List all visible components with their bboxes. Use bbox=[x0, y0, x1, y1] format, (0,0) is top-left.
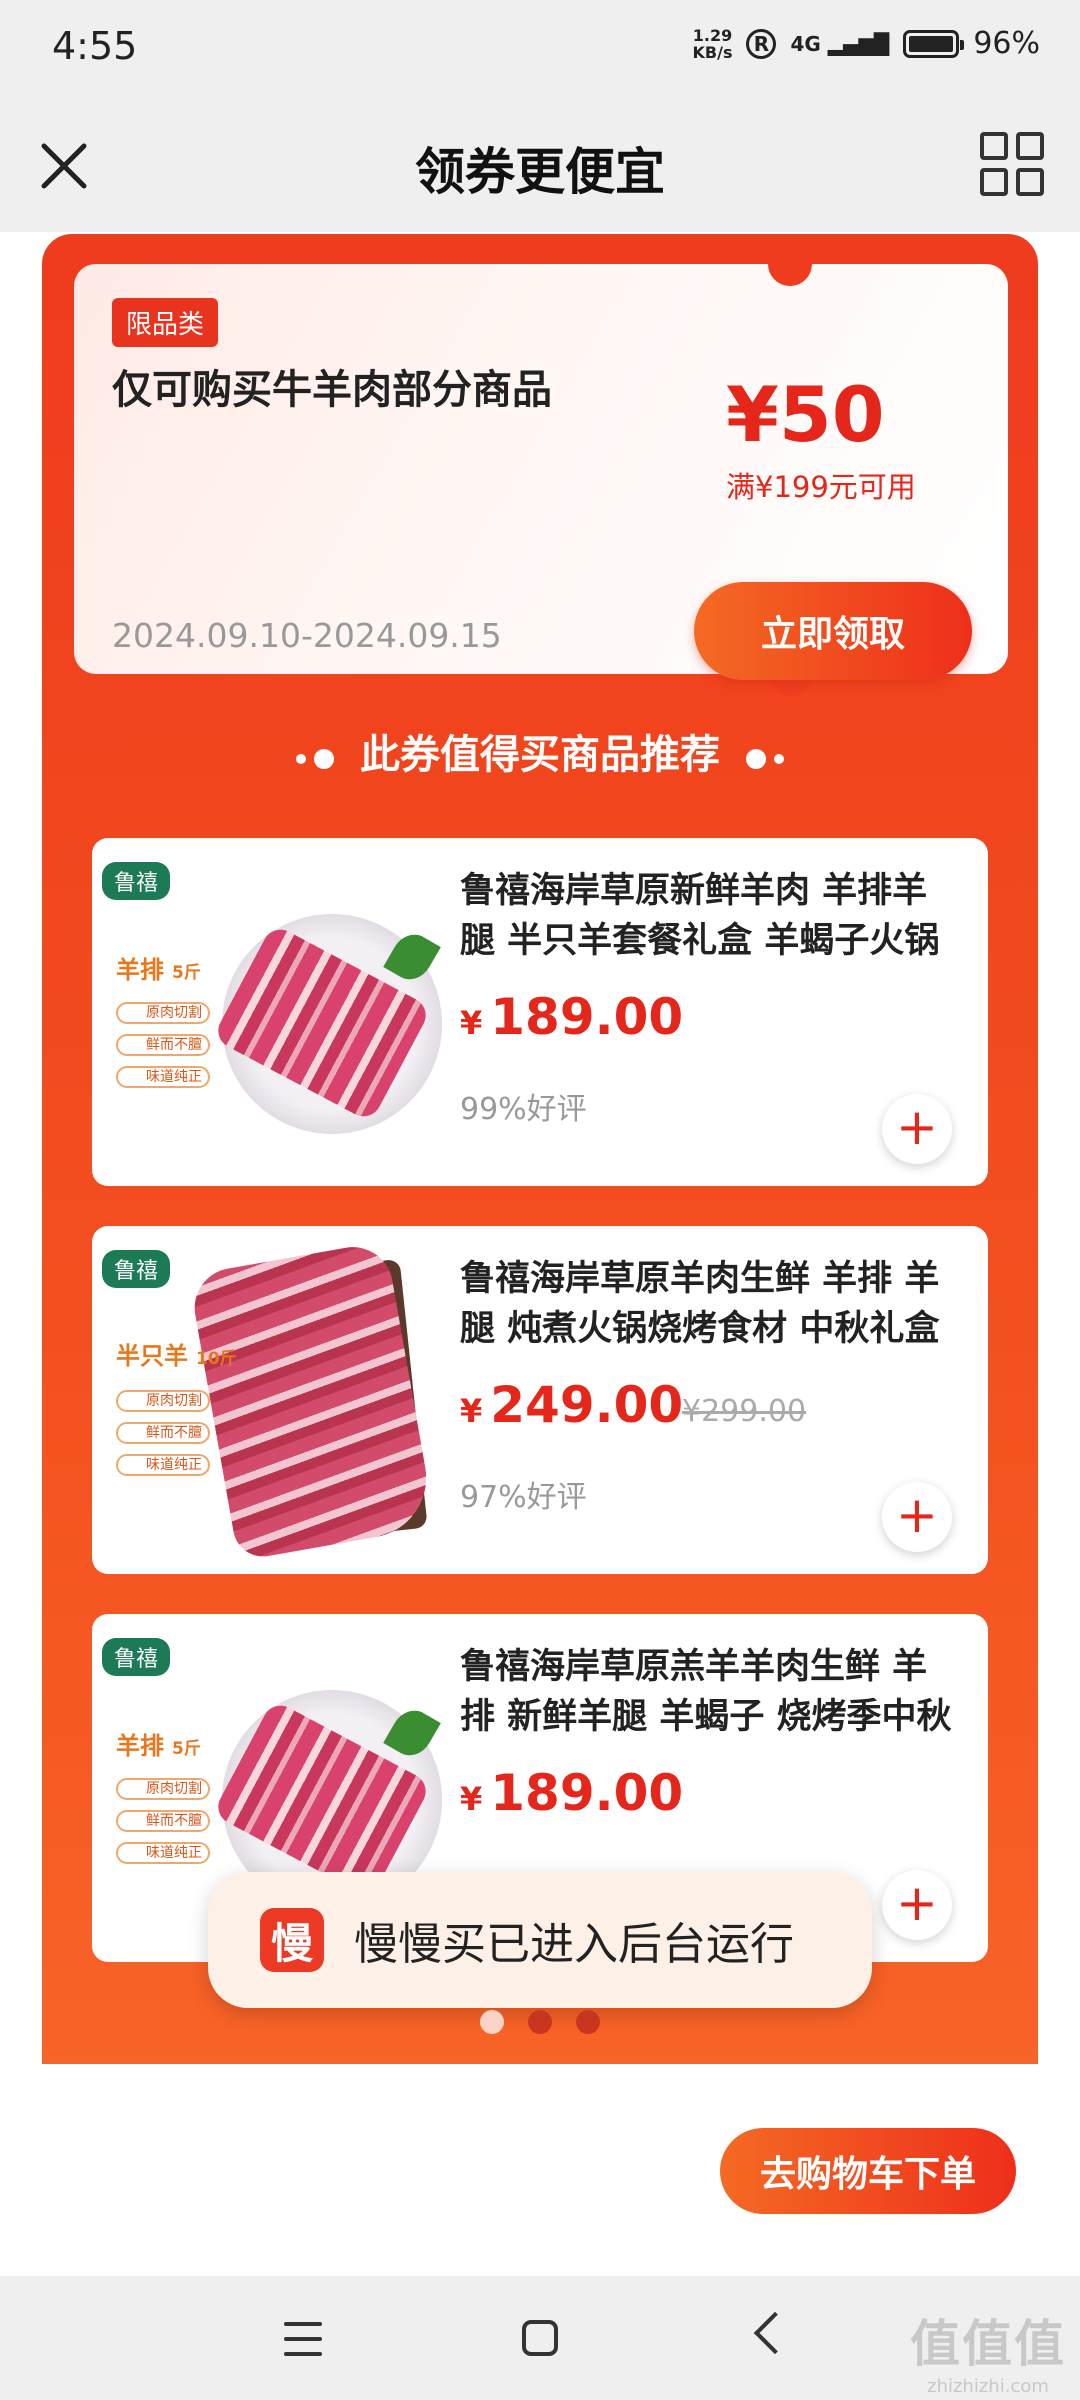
watermark: 值值值 zhizhizhi.com bbox=[910, 2315, 1066, 2397]
brand-badge: 鲁禧 bbox=[102, 1638, 171, 1676]
brand-badge: 鲁禧 bbox=[102, 1250, 171, 1288]
app-icon: 慢 bbox=[260, 1908, 324, 1972]
registered-icon: R bbox=[746, 28, 777, 59]
product-price: ¥249.00 bbox=[460, 1376, 684, 1434]
background-running-toast: 慢 慢慢买已进入后台运行 bbox=[208, 1872, 872, 2008]
grid-menu-icon[interactable] bbox=[980, 132, 1044, 196]
add-to-cart-button[interactable]: + bbox=[882, 1094, 952, 1164]
menu-icon[interactable] bbox=[284, 2322, 322, 2356]
status-icons: 1.29 KB/s R 4G ▂▄▆█ 96% bbox=[693, 26, 1041, 61]
battery-icon bbox=[903, 29, 965, 58]
battery-percent: 96% bbox=[973, 26, 1040, 61]
claim-coupon-button[interactable]: 立即领取 bbox=[694, 582, 972, 680]
product-name: 鲁禧海岸草原新鲜羊肉 羊排羊腿 半只羊套餐礼盒 羊蝎子火锅 bbox=[460, 871, 940, 961]
signal-icon: 4G ▂▄▆█ bbox=[790, 31, 890, 56]
status-bar: 4:55 1.29 KB/s R 4G ▂▄▆█ 96% bbox=[0, 0, 1080, 100]
coupon-amount: ¥50 bbox=[726, 370, 885, 459]
coupon-condition: 满¥199元可用 bbox=[726, 470, 916, 504]
coupon-validity: 2024.09.10-2024.09.15 bbox=[112, 616, 502, 655]
product-rating: 97%好评 bbox=[460, 1480, 587, 1515]
page-dot[interactable] bbox=[528, 2010, 552, 2034]
add-to-cart-button[interactable]: + bbox=[882, 1870, 952, 1940]
product-card[interactable]: 鲁禧 半只羊 10斤 原肉切割 鲜而不膻 味道纯正 鲁禧海岸草原羊肉生鲜 羊排 羊… bbox=[92, 1226, 988, 1574]
home-icon[interactable] bbox=[522, 2320, 558, 2356]
coupon-category-tag: 限品类 bbox=[112, 298, 219, 347]
coupon-panel: 限品类 仅可购买牛羊肉部分商品 ¥50 满¥199元可用 2024.09.10-… bbox=[42, 234, 1038, 2064]
page-title: 领券更便宜 bbox=[415, 143, 665, 201]
product-card[interactable]: 鲁禧 羊排 5斤 原肉切割 鲜而不膻 味道纯正 鲁禧海岸草原新鲜羊肉 羊排羊腿 半… bbox=[92, 838, 988, 1186]
recommend-title: 此券值得买商品推荐 bbox=[42, 722, 1038, 780]
status-time: 4:55 bbox=[52, 24, 138, 68]
coupon-card: 限品类 仅可购买牛羊肉部分商品 ¥50 满¥199元可用 2024.09.10-… bbox=[74, 242, 1008, 696]
go-to-cart-button[interactable]: 去购物车下单 bbox=[720, 2128, 1016, 2214]
page-dot[interactable] bbox=[576, 2010, 600, 2034]
page-indicator bbox=[0, 2010, 1080, 2034]
product-image: 鲁禧 羊排 5斤 原肉切割 鲜而不膻 味道纯正 bbox=[92, 838, 442, 1186]
product-original-price: ¥299.00 bbox=[682, 1394, 807, 1429]
page-header: 领券更便宜 bbox=[0, 100, 1080, 232]
network-speed: 1.29 KB/s bbox=[692, 25, 733, 62]
product-name: 鲁禧海岸草原羊肉生鲜 羊排 羊腿 炖煮火锅烧烤食材 中秋礼盒 bbox=[460, 1259, 940, 1349]
add-to-cart-button[interactable]: + bbox=[882, 1482, 952, 1552]
back-icon[interactable] bbox=[753, 2311, 797, 2355]
page-dot[interactable] bbox=[480, 2010, 504, 2034]
product-price: ¥189.00 bbox=[460, 1764, 684, 1822]
brand-badge: 鲁禧 bbox=[102, 862, 171, 900]
coupon-description: 仅可购买牛羊肉部分商品 bbox=[112, 367, 552, 413]
product-name: 鲁禧海岸草原羔羊羊肉生鲜 羊排 新鲜羊腿 羊蝎子 烧烤季中秋 bbox=[460, 1647, 952, 1737]
product-image: 鲁禧 半只羊 10斤 原肉切割 鲜而不膻 味道纯正 bbox=[92, 1226, 436, 1574]
toast-message: 慢慢买已进入后台运行 bbox=[354, 1919, 794, 1970]
product-rating: 99%好评 bbox=[460, 1092, 587, 1127]
product-price: ¥189.00 bbox=[460, 988, 684, 1046]
